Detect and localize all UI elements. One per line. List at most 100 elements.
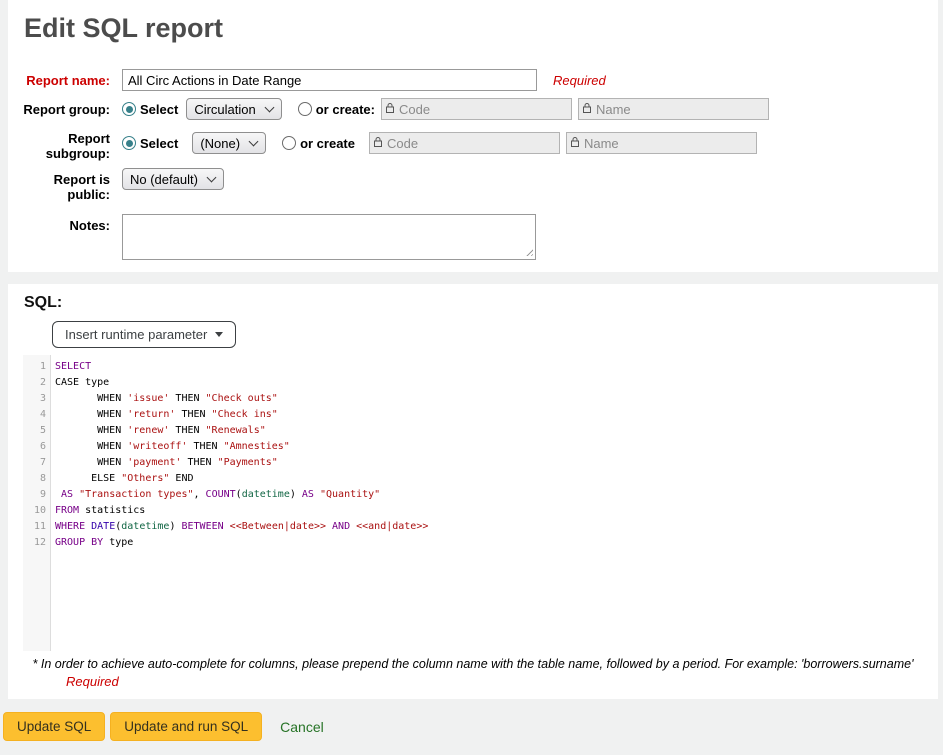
code-token: ELSE <box>55 473 121 484</box>
code-token: "Transaction types" <box>79 489 193 500</box>
lock-icon <box>386 103 394 113</box>
report-subgroup-selected-value: (None) <box>200 136 240 151</box>
code-token: SELECT <box>55 361 91 372</box>
code-token: datetime <box>242 489 290 500</box>
report-public-select[interactable]: No (default) <box>122 168 224 190</box>
report-public-row: Report is public: No (default) <box>16 168 930 202</box>
lock-icon <box>374 137 382 147</box>
line-number: 10 <box>23 503 46 519</box>
code-token: AS <box>61 489 73 500</box>
update-and-run-sql-button[interactable]: Update and run SQL <box>110 712 262 741</box>
report-group-select-radio[interactable] <box>122 102 136 116</box>
report-subgroup-select[interactable]: (None) <box>192 132 266 154</box>
code-line[interactable]: FROM statistics <box>55 503 927 519</box>
code-token: ) <box>169 521 181 532</box>
code-line[interactable]: WHEN 'issue' THEN "Check outs" <box>55 391 927 407</box>
report-group-code-input[interactable] <box>381 98 572 120</box>
report-group-name-input[interactable] <box>578 98 769 120</box>
report-group-selected-value: Circulation <box>194 102 255 117</box>
cancel-link[interactable]: Cancel <box>280 719 324 735</box>
code-line[interactable]: WHEN 'return' THEN "Check ins" <box>55 407 927 423</box>
notes-textarea[interactable] <box>122 214 536 260</box>
action-bar: Update SQL Update and run SQL Cancel <box>0 699 943 741</box>
code-token: 'writeoff' <box>127 441 187 452</box>
code-token: WHEN <box>55 441 127 452</box>
code-token: DATE <box>91 521 115 532</box>
line-number: 12 <box>23 535 46 551</box>
code-token: "Check ins" <box>212 409 278 420</box>
code-token: CASE type <box>55 377 109 388</box>
code-token: "Renewals" <box>206 425 266 436</box>
report-group-code-wrap <box>381 98 572 120</box>
code-token: <<Between|date>> <box>230 521 326 532</box>
code-line[interactable]: CASE type <box>55 375 927 391</box>
sql-section: SQL: Insert runtime parameter 1234567891… <box>8 284 938 699</box>
notes-wrap <box>122 214 536 260</box>
line-number: 6 <box>23 439 46 455</box>
chevron-down-icon <box>249 137 259 147</box>
code-line[interactable]: WHEN 'renew' THEN "Renewals" <box>55 423 927 439</box>
report-subgroup-code-input[interactable] <box>369 132 560 154</box>
code-token: "Quantity" <box>320 489 380 500</box>
insert-runtime-parameter-label: Insert runtime parameter <box>65 327 207 342</box>
sql-editor-code[interactable]: SELECT CASE type WHEN 'issue' THEN "Check… <box>51 355 927 651</box>
code-token: COUNT <box>206 489 236 500</box>
report-subgroup-label: Report subgroup: <box>16 127 110 161</box>
line-number: 4 <box>23 407 46 423</box>
code-line[interactable]: SELECT <box>55 359 927 375</box>
code-line[interactable]: WHERE DATE(datetime) BETWEEN <<Between|d… <box>55 519 927 535</box>
code-token: AND <box>332 521 350 532</box>
report-public-selected-value: No (default) <box>130 172 198 187</box>
line-number: 11 <box>23 519 46 535</box>
chevron-down-icon <box>264 103 274 113</box>
code-line[interactable]: GROUP BY type <box>55 535 927 551</box>
report-group-create-radio[interactable] <box>298 102 312 116</box>
code-token: , <box>194 489 206 500</box>
report-group-select-label: Select <box>140 102 178 117</box>
code-line[interactable]: AS "Transaction types", COUNT(datetime) … <box>55 487 927 503</box>
code-token: WHEN <box>55 409 127 420</box>
report-name-required-note: Required <box>553 73 606 88</box>
code-token: BETWEEN <box>181 521 223 532</box>
sql-editor[interactable]: 123456789101112 SELECTCASE type WHEN 'is… <box>23 355 927 651</box>
code-token: 'payment' <box>127 457 181 468</box>
code-token: THEN <box>181 457 217 468</box>
code-token: "Payments" <box>218 457 278 468</box>
report-group-or-create-label: or create: <box>316 102 375 117</box>
code-token: AS <box>302 489 314 500</box>
report-subgroup-code-wrap <box>369 132 560 154</box>
insert-runtime-parameter-button[interactable]: Insert runtime parameter <box>52 321 236 348</box>
code-token: WHERE <box>55 521 85 532</box>
code-token: "Check outs" <box>206 393 278 404</box>
report-subgroup-name-input[interactable] <box>566 132 757 154</box>
code-line[interactable]: WHEN 'payment' THEN "Payments" <box>55 455 927 471</box>
update-sql-button[interactable]: Update SQL <box>3 712 105 741</box>
code-token: THEN <box>169 393 205 404</box>
report-name-input[interactable] <box>122 69 537 91</box>
report-subgroup-create-radio[interactable] <box>282 136 296 150</box>
report-subgroup-select-radio[interactable] <box>122 136 136 150</box>
line-number: 9 <box>23 487 46 503</box>
chevron-down-icon <box>206 173 216 183</box>
code-line[interactable]: ELSE "Others" END <box>55 471 927 487</box>
notes-label: Notes: <box>16 214 110 233</box>
code-token: THEN <box>175 409 211 420</box>
line-number: 7 <box>23 455 46 471</box>
code-token: WHEN <box>55 393 127 404</box>
lock-icon <box>571 137 579 147</box>
code-token: WHEN <box>55 425 127 436</box>
line-number: 3 <box>23 391 46 407</box>
report-name-label: Report name: <box>16 69 110 88</box>
report-name-row: Report name: Required <box>16 69 930 91</box>
code-token: FROM <box>55 505 79 516</box>
report-group-select[interactable]: Circulation <box>186 98 281 120</box>
code-token: statistics <box>79 505 145 516</box>
edit-report-form-section: Edit SQL report Report name: Required Re… <box>8 0 938 272</box>
report-public-label: Report is public: <box>16 168 110 202</box>
report-subgroup-select-label: Select <box>140 136 178 151</box>
report-group-label: Report group: <box>16 98 110 117</box>
sql-required-note: Required <box>66 674 930 689</box>
line-number: 2 <box>23 375 46 391</box>
notes-row: Notes: <box>16 214 930 260</box>
code-line[interactable]: WHEN 'writeoff' THEN "Amnesties" <box>55 439 927 455</box>
